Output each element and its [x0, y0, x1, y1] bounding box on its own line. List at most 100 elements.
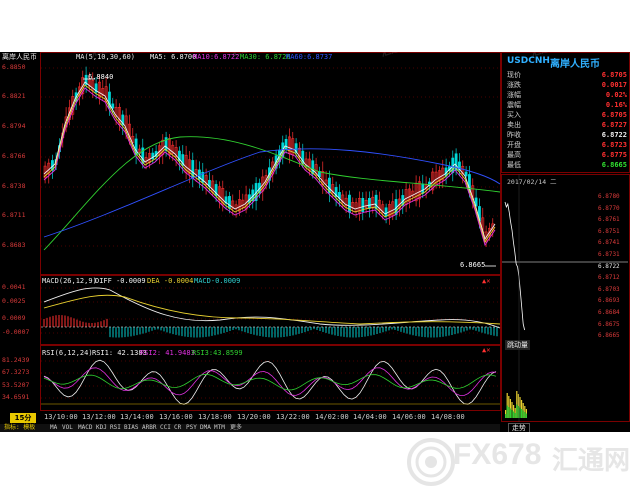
trading-chart-window: 离岸人民币 MA(5,10,30,60) MA5: 6.8700 MA10:6.… [0, 52, 630, 432]
indicator-tab-mtm[interactable]: MTM [214, 424, 225, 432]
price-axis-label: 6.8683 [2, 241, 26, 249]
quote-row: 涨跌 0.0017 [505, 80, 629, 90]
time-axis-label: 13/10:00 [44, 413, 78, 421]
quote-row: 昨收 6.8722 [505, 130, 629, 140]
price-axis-label: 6.8711 [2, 211, 26, 219]
rsi2-value: RSI2: 41.9483 [140, 349, 195, 357]
ma5-value: MA5: 6.8700 [150, 53, 197, 61]
intraday-axis-label: 6.8703 [598, 285, 620, 293]
tick-volume-bar [524, 412, 526, 418]
intraday-axis-label: 6.8684 [598, 309, 620, 316]
indicator-tab-cr[interactable]: CR [174, 424, 181, 432]
indicator-tab-kdj[interactable]: KDJ [96, 424, 107, 432]
price-axis-label: 6.8794 [2, 122, 26, 130]
quote-row-value: 6.8705 [601, 71, 627, 79]
quote-row-label: 震幅 [507, 101, 521, 109]
tick-volume-bar [509, 408, 511, 418]
rsi3-value: RSI3:43.8599 [192, 349, 243, 357]
intraday-axis-label: 6.8712 [598, 274, 620, 282]
rsi3-line [43, 373, 497, 391]
ma60-value: MA60:6.8737 [286, 53, 333, 61]
intraday-axis-label: 6.8693 [598, 297, 620, 305]
price-candle-body [368, 198, 371, 209]
indicator-tab-bias[interactable]: BIAS [124, 424, 138, 432]
price-candle-body [111, 103, 115, 109]
tick-volume-bar [506, 405, 508, 418]
quote-row-value: 6.8723 [601, 141, 627, 149]
rsi-panel-controls[interactable]: ▲✕ [482, 346, 490, 355]
tick-volume-bar [516, 404, 518, 418]
rsi1-value: RSI1: 42.1383 [92, 349, 147, 357]
quote-row-value: 6.8705 [601, 111, 627, 119]
indicator-tab-psy[interactable]: PSY [186, 424, 197, 432]
macd-dea-line [43, 294, 501, 325]
indicator-tab-more[interactable]: 更多 [230, 424, 242, 432]
intraday-price-line [504, 201, 525, 331]
macd-macd-value: MACD-0.0009 [194, 277, 241, 285]
indicator-toolbar: 指标: 模板 MA VOL MACD KDJ RSI BIAS ARBR CCI… [0, 424, 500, 432]
quote-row-value: 6.8722 [601, 131, 627, 139]
indicator-tab-macd[interactable]: MACD [78, 424, 92, 432]
quote-row-label: 买入 [507, 111, 521, 119]
price-candle-body [228, 196, 231, 209]
price-candle-body [464, 171, 468, 177]
indicator-tab-rsi[interactable]: RSI [110, 424, 121, 432]
quote-row-label: 现价 [507, 71, 521, 79]
period-selector[interactable]: 15分 [10, 413, 36, 423]
tick-volume-bar [505, 414, 507, 418]
price-candle-body [384, 207, 388, 217]
price-candle-body [284, 139, 288, 149]
indicator-tab-arbr[interactable]: ARBR [142, 424, 156, 432]
quote-row: 卖出 6.8727 [505, 120, 629, 130]
macd-diff-value: DIFF -0.0009 [95, 277, 146, 285]
quote-row: 震幅 0.16% [505, 100, 629, 110]
quote-row-label: 卖出 [507, 121, 521, 129]
time-axis-label: 13/12:00 [82, 413, 116, 421]
rsi-axis-label: 81.2439 [2, 356, 30, 364]
time-axis-label: 14/08:00 [431, 413, 465, 421]
intraday-axis-label: 6.8665 [598, 332, 620, 340]
macd-axis-label: 0.0025 [2, 297, 26, 305]
price-axis-label: 6.8738 [2, 182, 26, 190]
rsi-legend-label: RSI(6,12,24) [42, 349, 93, 357]
time-axis-label: 14/06:00 [392, 413, 426, 421]
quote-row-value: 0.02% [605, 91, 627, 99]
quote-row-label: 最低 [507, 161, 521, 169]
quote-symbol-code: USDCNH [507, 56, 550, 66]
intraday-date: 2017/02/14 二 [507, 178, 557, 186]
indicator-tab-cci[interactable]: CCI [160, 424, 171, 432]
macd-axis-label: -0.0007 [2, 328, 30, 336]
quote-row: 最高 6.8775 [505, 150, 629, 160]
tab-trend[interactable]: 走势 [508, 423, 530, 432]
rsi-axis-label: 34.6591 [2, 393, 30, 401]
intraday-axis-label: 6.8761 [598, 216, 620, 224]
indicator-tab-dma[interactable]: DMA [200, 424, 211, 432]
watermark-slogan: 汇通网 [552, 446, 630, 476]
quote-row-label: 昨收 [507, 131, 521, 139]
time-axis-label: 14/04:00 [353, 413, 387, 421]
quote-row: 涨幅 0.02% [505, 90, 629, 100]
quote-row-value: 6.8727 [601, 121, 627, 129]
indicator-tab-vol[interactable]: VOL [62, 424, 73, 432]
intraday-axis-label: 6.8780 [598, 193, 620, 200]
tick-volume-bar [519, 407, 521, 418]
intraday-axis-label: 6.8722 [598, 262, 620, 270]
quote-row-value: 0.0017 [601, 81, 627, 89]
intraday-axis-label: 6.8731 [598, 251, 620, 258]
quote-row: 买入 6.8705 [505, 110, 629, 120]
intraday-axis-label: 6.8675 [598, 320, 620, 328]
tick-volume-bar [525, 413, 527, 418]
rsi-axis-label: 67.3273 [2, 368, 30, 376]
price-axis-label: 6.8850 [2, 63, 26, 71]
indicator-template-label: 指标: 模板 [4, 424, 36, 431]
time-axis-label: 13/20:00 [237, 413, 271, 421]
price-candle-body [311, 160, 315, 175]
watermark-site: FX678 [453, 438, 542, 471]
quote-row-label: 开盘 [507, 141, 521, 149]
macd-panel-controls[interactable]: ▲✕ [482, 277, 490, 286]
indicator-tab-ma[interactable]: MA [50, 424, 57, 432]
quote-row-value: 0.16% [605, 101, 627, 109]
macd-axis-label: 0.0041 [2, 283, 26, 291]
time-axis-label: 13/22:00 [276, 413, 310, 421]
time-axis-label: 13/16:00 [159, 413, 193, 421]
